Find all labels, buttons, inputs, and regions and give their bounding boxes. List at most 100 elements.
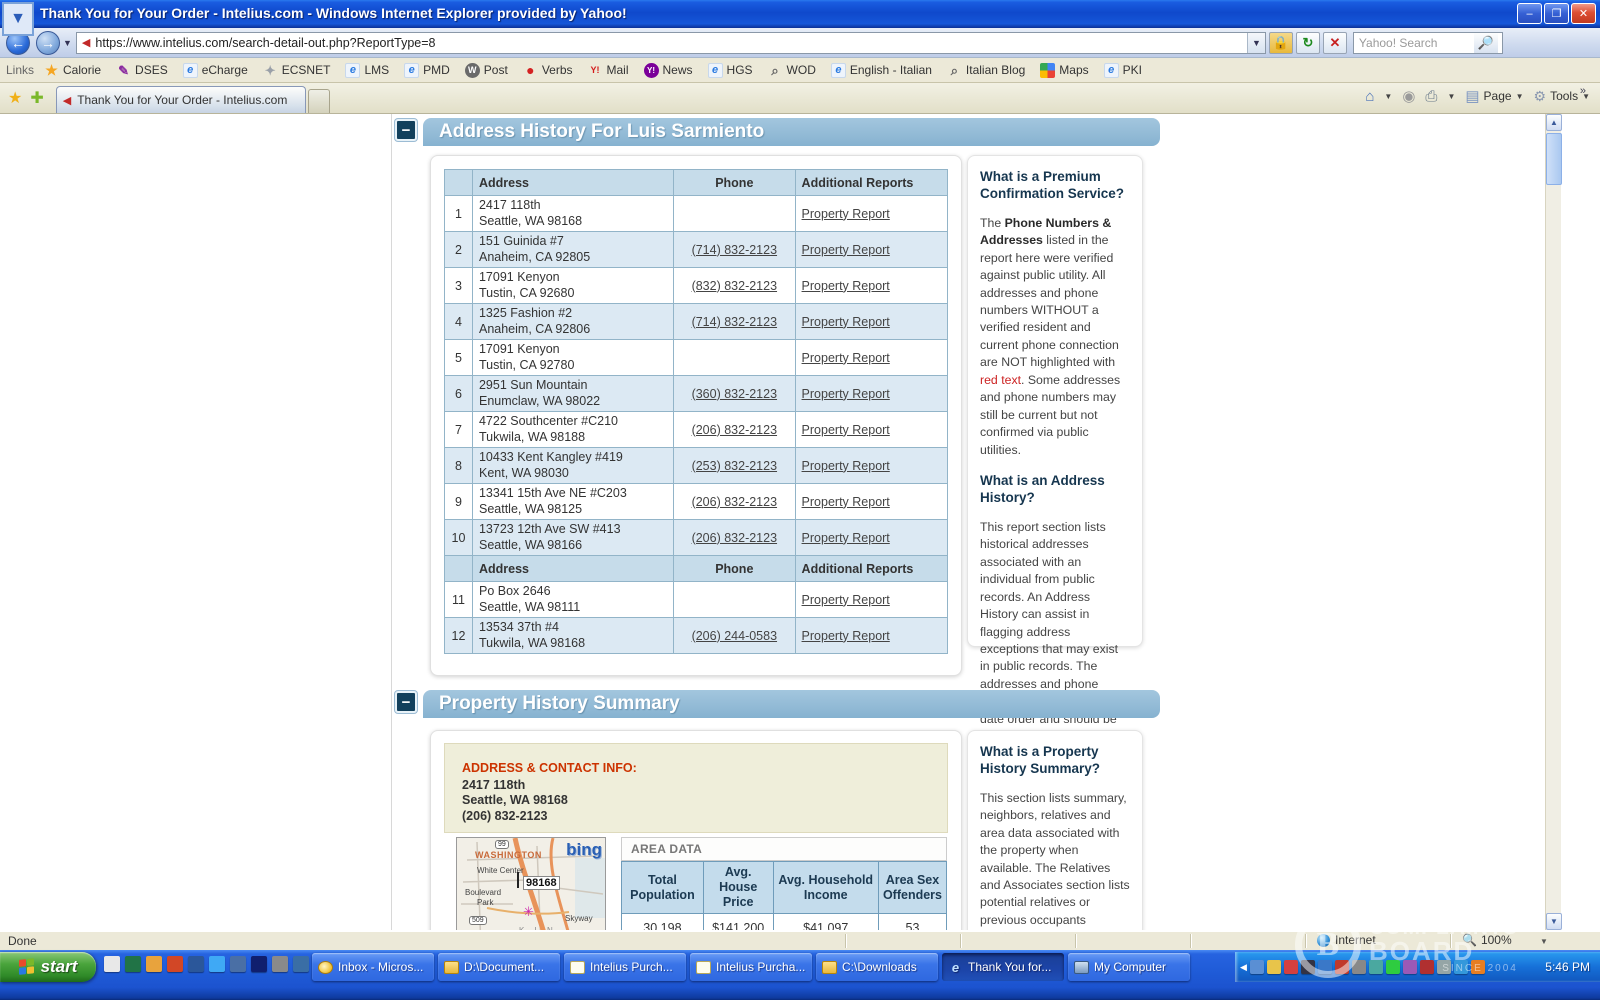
print-icon[interactable]: ⎙ — [1425, 88, 1437, 105]
home-icon[interactable]: ⌂ — [1365, 88, 1374, 105]
property-report-link[interactable]: Property Report — [802, 387, 890, 401]
property-report-link[interactable]: Property Report — [802, 593, 890, 607]
quick-launch-icon-7[interactable] — [230, 956, 246, 972]
property-report-link[interactable]: Property Report — [802, 531, 890, 545]
taskbar-button[interactable]: My Computer — [1068, 953, 1190, 981]
quick-launch-icon-4[interactable] — [167, 956, 183, 972]
property-report-link[interactable]: Property Report — [802, 279, 890, 293]
quick-launch-icon-3[interactable] — [146, 956, 162, 972]
tray-icon-11[interactable] — [1420, 960, 1434, 974]
tray-icon-10[interactable] — [1403, 960, 1417, 974]
bing-map[interactable]: WASHINGTON White Center 98168 Boulevard … — [456, 837, 606, 930]
phone-link[interactable]: (253) 832-2123 — [692, 459, 777, 473]
property-report-link[interactable]: Property Report — [802, 315, 890, 329]
links-bar-item[interactable]: Y!Mail — [588, 63, 629, 78]
tray-icon-12[interactable] — [1437, 960, 1451, 974]
tray-icon-6[interactable] — [1335, 960, 1349, 974]
links-bar-item[interactable]: eLMS — [345, 63, 389, 78]
quick-launch-icon-8[interactable] — [251, 956, 267, 972]
url-input[interactable] — [95, 36, 1247, 50]
print-dropdown-icon[interactable]: ▼ — [1447, 92, 1455, 101]
links-bar-item[interactable]: eEnglish - Italian — [831, 63, 932, 78]
quick-launch-icon-1[interactable] — [104, 956, 120, 972]
tray-icon-2[interactable] — [1267, 960, 1281, 974]
links-bar-item[interactable]: Y!News — [644, 63, 693, 78]
quick-launch-icon-9[interactable] — [272, 956, 288, 972]
links-bar-item[interactable]: ePMD — [404, 63, 450, 78]
links-bar-item[interactable]: ★Calorie — [44, 63, 101, 78]
property-report-link[interactable]: Property Report — [802, 243, 890, 257]
address-dropdown-icon[interactable]: ▼ — [1247, 33, 1265, 53]
scrollbar-thumb[interactable] — [1546, 133, 1562, 185]
zoom-dropdown-icon[interactable]: ▼ — [1540, 937, 1548, 946]
taskbar-button[interactable]: eThank You for... — [942, 953, 1064, 981]
add-favorite-icon[interactable]: ✚ — [30, 88, 43, 108]
tray-icon-3[interactable] — [1284, 960, 1298, 974]
forward-button[interactable]: → — [36, 31, 60, 55]
favorites-star-icon[interactable]: ★ — [8, 88, 22, 108]
quick-launch-icon-5[interactable] — [188, 956, 204, 972]
property-report-link[interactable]: Property Report — [802, 629, 890, 643]
taskbar-button[interactable]: D:\Document... — [438, 953, 560, 981]
search-icon[interactable]: 🔎 — [1474, 33, 1498, 53]
close-button[interactable]: ✕ — [1571, 3, 1596, 24]
tray-collapse-icon[interactable]: ◀ — [1240, 962, 1247, 973]
tray-icon-7[interactable] — [1352, 960, 1366, 974]
taskbar-button[interactable]: C:\Downloads — [816, 953, 938, 981]
phone-link[interactable]: (206) 244-0583 — [692, 629, 777, 643]
phone-link[interactable]: (714) 832-2123 — [692, 315, 777, 329]
new-tab-stub[interactable] — [308, 89, 330, 113]
scroll-up-icon[interactable]: ▲ — [1546, 114, 1562, 131]
home-dropdown-icon[interactable]: ▼ — [1384, 92, 1392, 101]
quick-launch-icon-6[interactable] — [209, 956, 225, 972]
taskbar-button[interactable]: Inbox - Micros... — [312, 953, 434, 981]
tray-icon-13[interactable] — [1454, 960, 1468, 974]
phone-link[interactable]: (206) 832-2123 — [692, 423, 777, 437]
links-bar-item[interactable]: ⌕WOD — [768, 63, 816, 78]
tray-icon-14[interactable] — [1471, 960, 1485, 974]
links-bar-item[interactable]: ●Verbs — [523, 63, 573, 78]
refresh-button[interactable]: ↻ — [1296, 32, 1320, 54]
tray-icon-8[interactable] — [1369, 960, 1383, 974]
property-report-link[interactable]: Property Report — [802, 495, 890, 509]
property-report-link[interactable]: Property Report — [802, 459, 890, 473]
phone-link[interactable]: (360) 832-2123 — [692, 387, 777, 401]
property-report-link[interactable]: Property Report — [802, 351, 890, 365]
links-bar-item[interactable]: eeCharge — [183, 63, 248, 78]
tab-active[interactable]: ◀ Thank You for Your Order - Intelius.co… — [56, 86, 306, 113]
tray-icon-1[interactable] — [1250, 960, 1264, 974]
collapse-section-button[interactable]: − — [395, 119, 417, 141]
address-bar[interactable]: ◀ ▼ — [76, 32, 1266, 54]
start-button[interactable]: start — [0, 952, 96, 982]
history-dropdown-icon[interactable]: ▼ — [63, 38, 72, 48]
toolbar-overflow-icon[interactable]: » — [1580, 85, 1586, 97]
scroll-down-icon[interactable]: ▼ — [1546, 913, 1562, 930]
page-menu[interactable]: ▤ Page ▼ — [1465, 87, 1523, 105]
quick-launch-icon-2[interactable] — [125, 956, 141, 972]
search-box[interactable]: 🔎 — [1353, 32, 1503, 54]
phone-link[interactable]: (206) 832-2123 — [692, 495, 777, 509]
links-bar-item[interactable]: Maps — [1040, 63, 1088, 78]
vertical-scrollbar[interactable]: ▲ ▼ — [1545, 114, 1561, 930]
taskbar-button[interactable]: Intelius Purch... — [564, 953, 686, 981]
phone-link[interactable]: (206) 832-2123 — [692, 531, 777, 545]
zoom-control[interactable]: 🔍 100% — [1462, 933, 1512, 947]
rss-feed-icon[interactable]: ◉ — [1402, 87, 1415, 105]
phone-link[interactable]: (832) 832-2123 — [692, 279, 777, 293]
minimize-button[interactable]: – — [1517, 3, 1542, 24]
tray-icon-9[interactable] — [1386, 960, 1400, 974]
restore-button[interactable]: ❐ — [1544, 3, 1569, 24]
stop-button[interactable]: ✕ — [1323, 32, 1347, 54]
collapse-section-button[interactable]: − — [395, 691, 417, 713]
quick-launch-icon-10[interactable] — [293, 956, 309, 972]
links-bar-item[interactable]: ⌕Italian Blog — [947, 63, 1025, 78]
links-bar-item[interactable]: eHGS — [708, 63, 753, 78]
tray-icon-5[interactable] — [1318, 960, 1332, 974]
phone-link[interactable]: (714) 832-2123 — [692, 243, 777, 257]
links-bar-item[interactable]: ✎DSES — [116, 63, 168, 78]
links-bar-item[interactable]: WPost — [465, 63, 508, 78]
taskbar-button[interactable]: Intelius Purcha... — [690, 953, 812, 981]
property-report-link[interactable]: Property Report — [802, 423, 890, 437]
search-input[interactable] — [1354, 36, 1474, 50]
links-bar-item[interactable]: ePKI — [1104, 63, 1142, 78]
